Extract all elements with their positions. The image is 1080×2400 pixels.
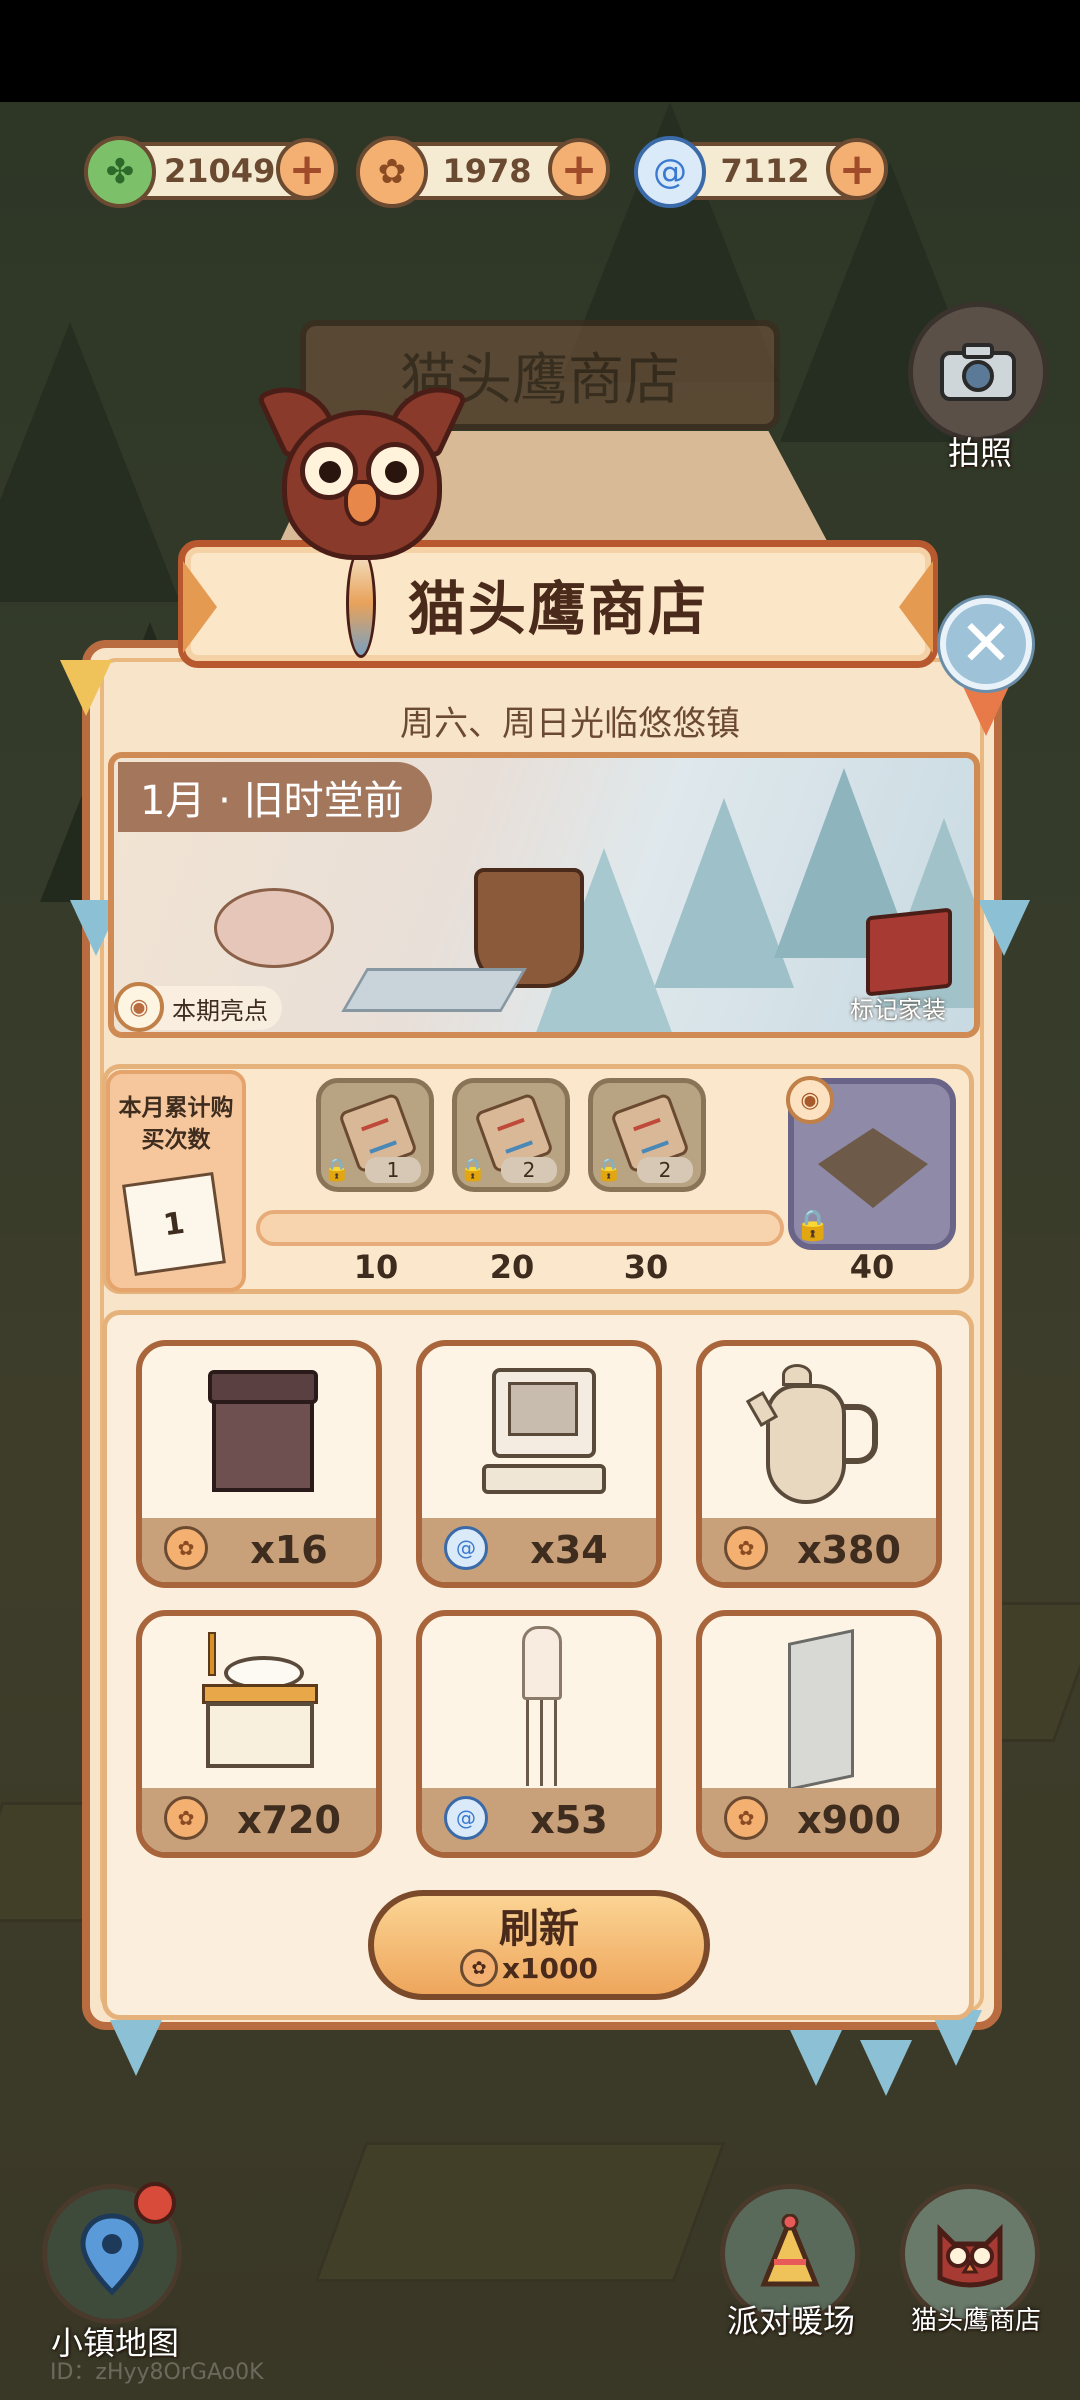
item-price: x720 xyxy=(237,1798,341,1842)
retro-computer-image xyxy=(482,1368,606,1508)
item-price: x900 xyxy=(797,1798,901,1842)
milestone-label: 10 xyxy=(353,1248,399,1286)
owl-beak xyxy=(344,480,380,526)
bunting-flag xyxy=(110,2020,162,2076)
wash-basin-cabinet-image xyxy=(194,1632,324,1782)
coin-amount: 1978 xyxy=(442,152,532,190)
wall-panel-image xyxy=(788,1628,854,1792)
clover-leaf-icon: ✤ xyxy=(84,136,156,208)
bunting-flag xyxy=(790,2030,842,2086)
eye-icon: ◉ xyxy=(114,982,164,1032)
party-warmup-label: 派对暖场 xyxy=(726,2302,855,2340)
reward-quantity: 2 xyxy=(501,1157,557,1183)
refresh-cost-value: x1000 xyxy=(502,1951,598,1985)
lock-icon: 🔒 xyxy=(323,1158,351,1183)
owl-shop-icon xyxy=(937,2223,1003,2288)
gem-currency: @ 7112 + xyxy=(634,136,888,208)
gold-coin-icon: ✿ xyxy=(356,136,428,208)
dark-cabinet-image xyxy=(208,1370,318,1500)
reward-quantity: 2 xyxy=(637,1157,693,1183)
item-price: x53 xyxy=(530,1798,608,1842)
reward-slot-10[interactable]: 🔒 1 xyxy=(316,1078,434,1192)
bunting-flag xyxy=(60,660,112,716)
reward-quantity: 1 xyxy=(365,1157,421,1183)
blue-swirl-icon: @ xyxy=(634,136,706,208)
stone-trough xyxy=(341,968,527,1012)
milestone-label: 20 xyxy=(489,1248,535,1286)
milestone-label: 30 xyxy=(623,1248,669,1286)
lock-icon: 🔒 xyxy=(459,1158,487,1183)
item-card-wall-panel[interactable]: ✿ x900 xyxy=(696,1610,942,1858)
highlight-label: 本期亮点 xyxy=(172,996,268,1025)
item-card-coffee-pot[interactable]: ✿ x380 xyxy=(696,1340,942,1588)
shop-subtitle: 周六、周日光临悠悠镇 xyxy=(400,704,740,744)
blue-swirl-icon: @ xyxy=(444,1796,488,1840)
eye-icon[interactable]: ◉ xyxy=(786,1076,834,1124)
lock-icon: 🔒 xyxy=(595,1158,623,1183)
shop-title: 猫头鹰商店 xyxy=(407,575,708,643)
blue-swirl-icon: @ xyxy=(444,1526,488,1570)
theme-month-label: 1月 · 旧时堂前 xyxy=(118,762,432,832)
owl-mascot xyxy=(256,370,468,570)
party-hat-icon xyxy=(760,2214,820,2287)
gold-coin-icon: ✿ xyxy=(460,1949,498,1987)
snowy-tree xyxy=(654,798,794,988)
reward-slot-20[interactable]: 🔒 2 xyxy=(452,1078,570,1192)
coffee-pot-image xyxy=(745,1364,892,1514)
user-id: ID：zHyy8OrGAo0K xyxy=(50,2360,264,2385)
item-price: x380 xyxy=(797,1528,901,1572)
leaf-amount: 21049 xyxy=(164,152,276,190)
map-pin-icon xyxy=(80,2213,144,2296)
leaf-currency: ✤ 21049 + xyxy=(84,136,338,208)
monthly-count-value: 1 xyxy=(122,1172,226,1276)
item-price: x34 xyxy=(530,1528,608,1572)
item-card-wash-basin-cabinet[interactable]: ✿ x720 xyxy=(136,1610,382,1858)
notification-dot xyxy=(134,2182,176,2224)
lock-icon: 🔒 xyxy=(794,1208,832,1243)
add-leaf-button[interactable]: + xyxy=(276,138,338,200)
refresh-label: 刷新 xyxy=(499,1906,579,1952)
mark-furniture-label[interactable]: 标记家装 xyxy=(850,990,946,1025)
camera-icon xyxy=(940,343,1016,401)
item-card-retro-computer[interactable]: @ x34 xyxy=(416,1340,662,1588)
reward-slot-30[interactable]: 🔒 2 xyxy=(588,1078,706,1192)
coin-currency: ✿ 1978 + xyxy=(356,136,610,208)
owl-shop-label: 猫头鹰商店 xyxy=(910,2306,1041,2336)
camera-label: 拍照 xyxy=(947,434,1012,472)
add-coin-button[interactable]: + xyxy=(548,138,610,200)
gem-amount: 7112 xyxy=(720,152,810,190)
close-button[interactable]: ✕ xyxy=(940,598,1032,690)
gold-coin-icon: ✿ xyxy=(164,1796,208,1840)
camera-button[interactable] xyxy=(908,302,1048,442)
progress-track xyxy=(256,1210,784,1246)
gold-coin-icon: ✿ xyxy=(164,1526,208,1570)
round-table xyxy=(214,888,334,968)
milestone-label: 40 xyxy=(849,1248,895,1286)
bookmark-furniture-icon[interactable] xyxy=(866,907,952,997)
refresh-cost: ✿ x1000 xyxy=(460,1948,660,1988)
bunting-flag xyxy=(978,900,1030,956)
floor-lamp-image xyxy=(518,1626,566,1786)
gold-coin-icon: ✿ xyxy=(724,1526,768,1570)
item-card-floor-lamp[interactable]: @ x53 xyxy=(416,1610,662,1858)
monthly-count-label: 本月累计购买次数 xyxy=(118,1095,234,1153)
item-card-dark-cabinet[interactable]: ✿ x16 xyxy=(136,1340,382,1588)
gold-coin-icon: ✿ xyxy=(724,1796,768,1840)
bunting-flag xyxy=(860,2040,912,2096)
item-price: x16 xyxy=(250,1528,328,1572)
add-gem-button[interactable]: + xyxy=(826,138,888,200)
